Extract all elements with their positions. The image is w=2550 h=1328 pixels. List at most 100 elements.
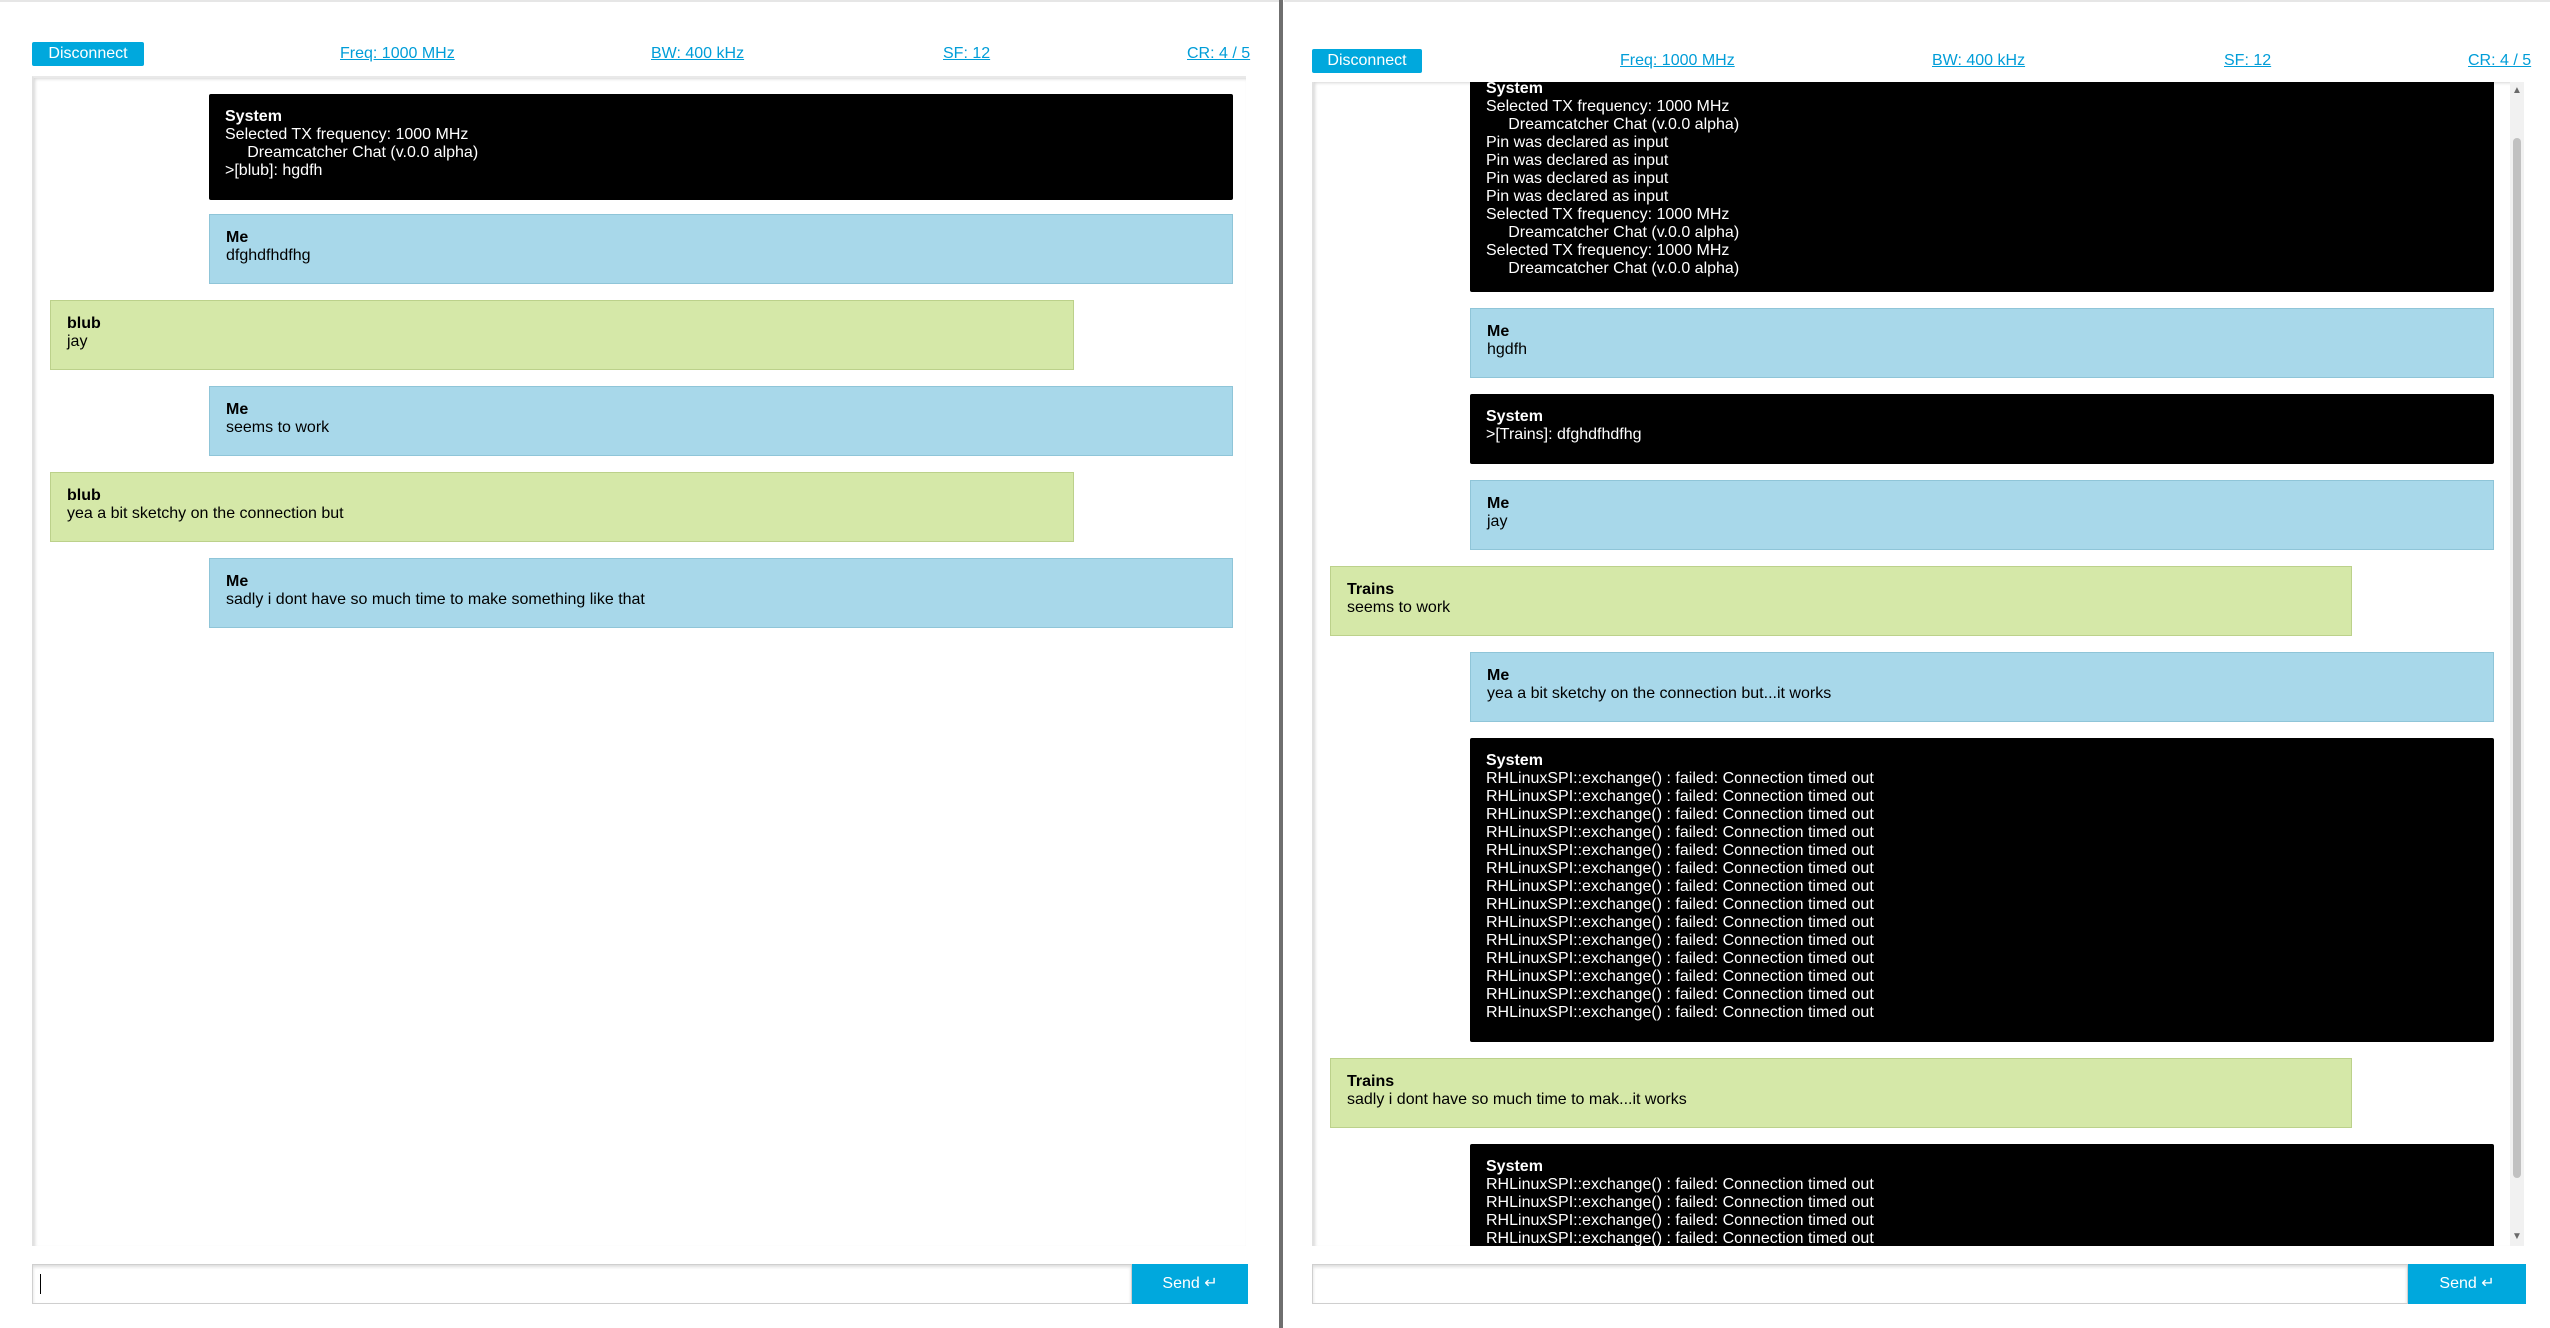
disconnect-button[interactable]: Disconnect xyxy=(32,42,144,66)
message-line: >[Trains]: dfghdfhdfhg xyxy=(1486,426,1642,443)
bandwidth-link[interactable]: BW: 400 kHz xyxy=(1932,52,2025,70)
message-me: Me seems to work xyxy=(209,386,1233,456)
send-button[interactable]: Send ↵ xyxy=(2408,1264,2526,1304)
message-line: RHLinuxSPI::exchange() : failed: Connect… xyxy=(1486,770,1874,787)
message-sender: Me xyxy=(1487,495,1510,512)
message-line: Pin was declared as input xyxy=(1486,152,1669,169)
message-line: RHLinuxSPI::exchange() : failed: Connect… xyxy=(1486,788,1874,805)
message-system: System >[Trains]: dfghdfhdfhg xyxy=(1470,394,2494,464)
message-sender: Me xyxy=(1487,667,1510,684)
message-line: Dreamcatcher Chat (v.0.0 alpha) xyxy=(1486,224,1740,241)
message-log[interactable]: System Selected TX frequency: 1000 MHz D… xyxy=(32,76,1246,1246)
message-line: Pin was declared as input xyxy=(1486,170,1669,187)
message-peer: Trains seems to work xyxy=(1330,566,2352,636)
message-sender: Me xyxy=(226,229,249,246)
spreading-factor-link[interactable]: SF: 12 xyxy=(943,45,990,63)
message-line: Dreamcatcher Chat (v.0.0 alpha) xyxy=(1486,116,1740,133)
message-line: Selected TX frequency: 1000 MHz xyxy=(1486,98,1730,115)
message-line: RHLinuxSPI::exchange() : failed: Connect… xyxy=(1486,986,1874,1003)
message-line: Selected TX frequency: 1000 MHz xyxy=(1486,206,1730,223)
bandwidth-link[interactable]: BW: 400 kHz xyxy=(651,45,744,63)
message-line: RHLinuxSPI::exchange() : failed: Connect… xyxy=(1486,968,1874,985)
message-line: RHLinuxSPI::exchange() : failed: Connect… xyxy=(1486,950,1874,967)
compose-bar: Send ↵ xyxy=(32,1264,1248,1306)
message-line: Dreamcatcher Chat (v.0.0 alpha) xyxy=(1486,260,1740,277)
message-line: sadly i dont have so much time to make s… xyxy=(226,591,645,608)
message-line: yea a bit sketchy on the connection but xyxy=(67,505,344,522)
message-line: RHLinuxSPI::exchange() : failed: Connect… xyxy=(1486,896,1874,913)
message-line: Pin was declared as input xyxy=(1486,134,1669,151)
message-sender: System xyxy=(1486,408,1543,425)
message-sender: Trains xyxy=(1347,581,1395,598)
message-line: RHLinuxSPI::exchange() : failed: Connect… xyxy=(1486,842,1874,859)
message-line: RHLinuxSPI::exchange() : failed: Connect… xyxy=(1486,878,1874,895)
chat-scrollbar[interactable]: ▲ ▼ xyxy=(2510,82,2524,1246)
compose-bar: Send ↵ xyxy=(1312,1264,2526,1306)
message-line: Selected TX frequency: 1000 MHz xyxy=(1486,242,1730,259)
message-line: RHLinuxSPI::exchange() : failed: Connect… xyxy=(1486,860,1874,877)
chat-window-left: Disconnect Freq: 1000 MHz BW: 400 kHz SF… xyxy=(0,0,1281,1328)
message-line: >[blub]: hgdfh xyxy=(225,162,323,179)
scrollbar-thumb[interactable] xyxy=(2513,138,2521,1178)
message-line: jay xyxy=(67,333,88,350)
message-peer: blub yea a bit sketchy on the connection… xyxy=(50,472,1074,542)
message-sender: Me xyxy=(226,401,249,418)
disconnect-button[interactable]: Disconnect xyxy=(1312,49,1422,73)
message-me: Me dfghdfhdfhg xyxy=(209,214,1233,284)
message-line: RHLinuxSPI::exchange() : failed: Connect… xyxy=(1486,1176,1874,1193)
message-line: Pin was declared as input xyxy=(1486,188,1669,205)
message-system: System RHLinuxSPI::exchange() : failed: … xyxy=(1470,738,2494,1042)
coding-rate-link[interactable]: CR: 4 / 5 xyxy=(2468,52,2531,70)
message-line: RHLinuxSPI::exchange() : failed: Connect… xyxy=(1486,824,1874,841)
message-sender: Me xyxy=(226,573,249,590)
message-line: RHLinuxSPI::exchange() : failed: Connect… xyxy=(1486,1004,1874,1021)
message-me: Me sadly i dont have so much time to mak… xyxy=(209,558,1233,628)
frequency-link[interactable]: Freq: 1000 MHz xyxy=(340,45,455,63)
spreading-factor-link[interactable]: SF: 12 xyxy=(2224,52,2271,70)
message-log[interactable]: System Selected TX frequency: 1000 MHz D… xyxy=(1312,82,2524,1246)
message-sender: blub xyxy=(67,315,101,332)
message-line: sadly i dont have so much time to mak...… xyxy=(1347,1091,1687,1108)
message-sender: Me xyxy=(1487,323,1510,340)
message-line: RHLinuxSPI::exchange() : failed: Connect… xyxy=(1486,1194,1874,1211)
connection-toolbar: Disconnect Freq: 1000 MHz BW: 400 kHz SF… xyxy=(1312,49,2531,75)
message-line: dfghdfhdfhg xyxy=(226,247,311,264)
message-line: RHLinuxSPI::exchange() : failed: Connect… xyxy=(1486,914,1874,931)
window-divider xyxy=(1279,0,1283,1328)
scroll-down-arrow-icon[interactable]: ▼ xyxy=(2512,1232,2522,1242)
message-line: seems to work xyxy=(226,419,330,436)
message-line: Selected TX frequency: 1000 MHz xyxy=(225,126,469,143)
message-sender: System xyxy=(1486,1158,1543,1175)
message-sender: Trains xyxy=(1347,1073,1395,1090)
message-system: System Selected TX frequency: 1000 MHz D… xyxy=(1470,82,2494,292)
message-sender: System xyxy=(1486,752,1543,769)
message-line: hgdfh xyxy=(1487,341,1528,358)
message-system: System Selected TX frequency: 1000 MHz D… xyxy=(209,94,1233,200)
message-peer: Trains sadly i dont have so much time to… xyxy=(1330,1058,2352,1128)
message-line: RHLinuxSPI::exchange() : failed: Connect… xyxy=(1486,932,1874,949)
send-button[interactable]: Send ↵ xyxy=(1132,1264,1248,1304)
chat-window-right: Disconnect Freq: 1000 MHz BW: 400 kHz SF… xyxy=(1284,0,2550,1328)
frequency-link[interactable]: Freq: 1000 MHz xyxy=(1620,52,1735,70)
message-line: jay xyxy=(1487,513,1508,530)
message-line: RHLinuxSPI::exchange() : failed: Connect… xyxy=(1486,806,1874,823)
message-line: Dreamcatcher Chat (v.0.0 alpha) xyxy=(225,144,479,161)
scroll-up-arrow-icon[interactable]: ▲ xyxy=(2512,86,2522,96)
message-line: RHLinuxSPI::exchange() : failed: Connect… xyxy=(1486,1230,1874,1246)
message-peer: blub jay xyxy=(50,300,1074,370)
message-me: Me hgdfh xyxy=(1470,308,2494,378)
message-line: yea a bit sketchy on the connection but.… xyxy=(1487,685,1832,702)
message-sender: blub xyxy=(67,487,101,504)
message-line: RHLinuxSPI::exchange() : failed: Connect… xyxy=(1486,1212,1874,1229)
connection-toolbar: Disconnect Freq: 1000 MHz BW: 400 kHz SF… xyxy=(32,42,1261,68)
coding-rate-link[interactable]: CR: 4 / 5 xyxy=(1187,45,1250,63)
message-input[interactable] xyxy=(1312,1264,2408,1304)
message-me: Me yea a bit sketchy on the connection b… xyxy=(1470,652,2494,722)
message-input[interactable] xyxy=(32,1264,1132,1304)
message-sender: System xyxy=(1486,82,1543,97)
message-line: seems to work xyxy=(1347,599,1451,616)
message-sender: System xyxy=(225,108,282,125)
message-me: Me jay xyxy=(1470,480,2494,550)
message-system: System RHLinuxSPI::exchange() : failed: … xyxy=(1470,1144,2494,1246)
text-caret xyxy=(40,1274,41,1294)
